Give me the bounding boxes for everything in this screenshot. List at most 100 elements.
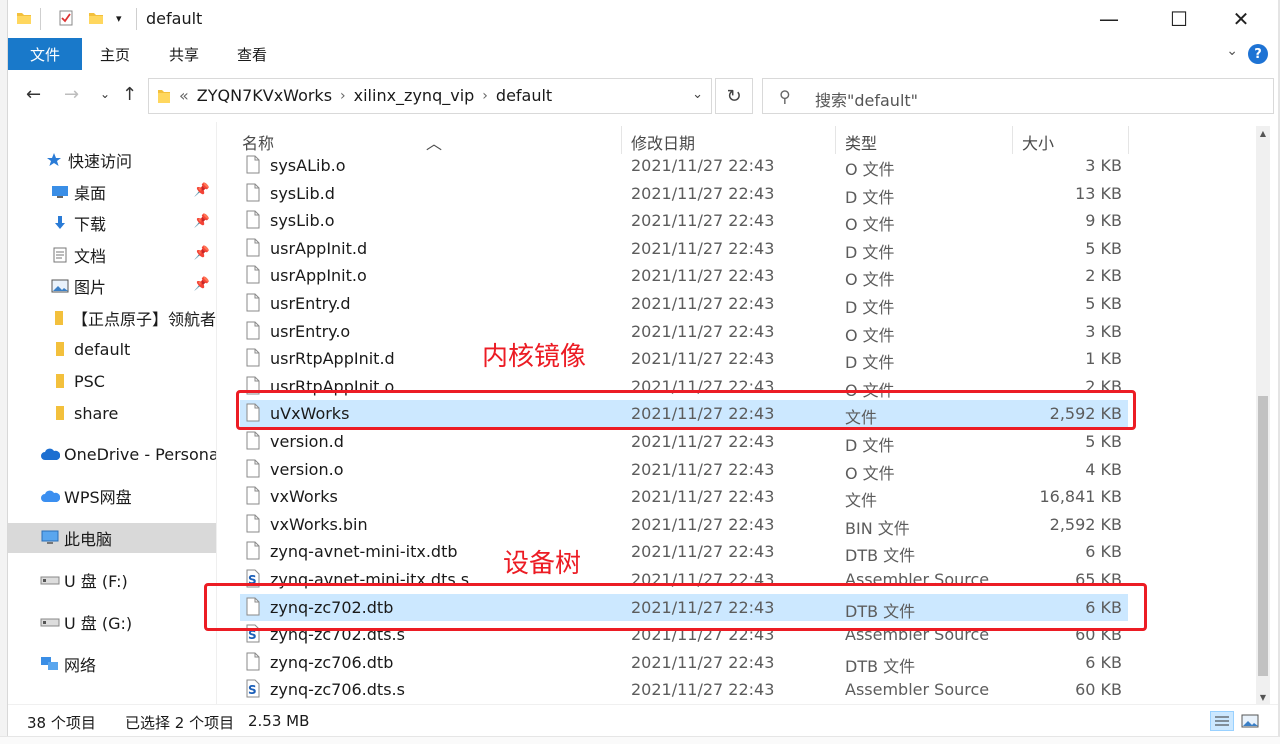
column-divider[interactable]	[835, 126, 836, 154]
file-row[interactable]: usrAppInit.o 2021/11/27 22:43 O 文件 2 KB	[240, 262, 1128, 289]
maximize-button[interactable]: ☐	[1156, 0, 1202, 38]
tab-view[interactable]: 查看	[237, 44, 267, 65]
file-row[interactable]: usrAppInit.d 2021/11/27 22:43 D 文件 5 KB	[240, 235, 1128, 262]
up-button[interactable]: ↑	[122, 84, 137, 105]
column-header-type[interactable]: 类型	[845, 130, 877, 154]
annotation-label-device-tree: 设备树	[503, 549, 582, 579]
file-modified-date: 2021/11/27 22:43	[631, 459, 775, 479]
file-type: O 文件	[845, 270, 895, 290]
star-icon	[44, 151, 64, 169]
file-modified-date: 2021/11/27 22:43	[631, 514, 775, 534]
sidebar-item-usb-g[interactable]: U 盘 (G:)	[8, 607, 216, 637]
sidebar-item-usb-f[interactable]: U 盘 (F:)	[8, 565, 216, 595]
sidebar-item-documents[interactable]: 文档 📌	[8, 240, 216, 270]
file-type: DTB 文件	[845, 546, 916, 566]
scrollbar-thumb[interactable]	[1258, 396, 1268, 676]
column-header-name[interactable]: 名称	[242, 130, 274, 154]
sidebar-item-psc[interactable]: PSC	[8, 366, 216, 396]
file-row[interactable]: zynq-zc706.dtb 2021/11/27 22:43 DTB 文件 6 KB	[240, 649, 1128, 676]
expand-ribbon-icon[interactable]: ⌄	[1226, 43, 1238, 59]
tab-share[interactable]: 共享	[169, 44, 199, 65]
close-button[interactable]: ✕	[1218, 0, 1264, 38]
breadcrumb-default[interactable]: default	[496, 86, 552, 105]
chevron-down-icon[interactable]: ⌄	[692, 87, 703, 102]
sidebar-item-share[interactable]: share	[8, 398, 216, 428]
sidebar-item-wps-cloud[interactable]: WPS网盘	[8, 481, 216, 511]
quick-access-dropdown-icon[interactable]: ▾	[116, 12, 122, 25]
file-row[interactable]: sysLib.d 2021/11/27 22:43 D 文件 13 KB	[240, 180, 1128, 207]
properties-icon[interactable]	[58, 10, 74, 30]
scroll-up-arrow[interactable]: ▲	[1256, 126, 1270, 140]
file-modified-date: 2021/11/27 22:43	[631, 321, 775, 341]
recent-locations-icon[interactable]: ⌄	[100, 87, 110, 101]
breadcrumb-xilinx-zynq-vip[interactable]: xilinx_zynq_vip	[354, 86, 475, 105]
file-name: sysALib.o	[270, 156, 346, 175]
file-row[interactable]: Szynq-zc706.dts.s 2021/11/27 22:43 Assembl…	[240, 676, 1128, 703]
file-row[interactable]: version.d 2021/11/27 22:43 D 文件 5 KB	[240, 428, 1128, 455]
column-header-size[interactable]: 大小	[1022, 130, 1054, 154]
help-button[interactable]: ?	[1248, 44, 1268, 64]
pin-icon[interactable]: 📌	[194, 277, 210, 292]
chevron-right-icon[interactable]: ›	[482, 88, 488, 104]
file-row[interactable]: usrEntry.d 2021/11/27 22:43 D 文件 5 KB	[240, 290, 1128, 317]
back-button[interactable]: ←	[26, 84, 41, 105]
pin-icon[interactable]: 📌	[194, 183, 210, 198]
details-view-button[interactable]	[1210, 711, 1234, 731]
pin-icon[interactable]: 📌	[194, 246, 210, 261]
breadcrumb-zyqn7kvxworks[interactable]: ZYQN7KVxWorks	[197, 86, 332, 105]
sidebar-item-network[interactable]: 网络	[8, 649, 216, 679]
scroll-down-arrow[interactable]: ▼	[1256, 690, 1270, 704]
file-row[interactable]: usrEntry.o 2021/11/27 22:43 O 文件 3 KB	[240, 318, 1128, 345]
column-divider[interactable]	[1012, 126, 1013, 154]
file-row[interactable]: sysLib.o 2021/11/27 22:43 O 文件 9 KB	[240, 207, 1128, 234]
file-row[interactable]: usrRtpAppInit.d 2021/11/27 22:43 D 文件 1 KB	[240, 345, 1128, 372]
file-name: usrEntry.o	[270, 321, 351, 341]
chevron-right-icon[interactable]: ›	[340, 88, 346, 104]
file-name: version.o	[270, 459, 344, 479]
selection-count: 已选择 2 个项目	[125, 714, 235, 732]
column-divider[interactable]	[1128, 126, 1129, 154]
pin-icon[interactable]: 📌	[194, 214, 210, 229]
large-icons-view-button[interactable]	[1238, 711, 1262, 731]
file-icon	[246, 348, 260, 367]
file-row[interactable]: version.o 2021/11/27 22:43 O 文件 4 KB	[240, 456, 1128, 483]
search-input[interactable]: ⚲ 搜索"default"	[762, 78, 1274, 114]
file-row[interactable]: zynq-avnet-mini-itx.dtb 2021/11/27 22:43 D…	[240, 538, 1128, 565]
file-modified-date: 2021/11/27 22:43	[631, 680, 775, 700]
file-row[interactable]: vxWorks 2021/11/27 22:43 文件 16,841 KB	[240, 483, 1128, 510]
column-divider[interactable]	[621, 126, 622, 154]
file-row[interactable]: sysALib.o 2021/11/27 22:43 O 文件 3 KB	[240, 152, 1128, 179]
sidebar-item-pictures[interactable]: 图片 📌	[8, 271, 216, 301]
file-icon	[246, 321, 260, 340]
sidebar-item-desktop[interactable]: 桌面 📌	[8, 177, 216, 207]
file-row[interactable]: vxWorks.bin 2021/11/27 22:43 BIN 文件 2,592 K…	[240, 511, 1128, 538]
sidebar-item-quick-access[interactable]: 快速访问	[8, 145, 216, 175]
file-modified-date: 2021/11/27 22:43	[631, 294, 775, 313]
sidebar-item-onedrive[interactable]: OneDrive - Persona	[8, 439, 216, 469]
file-modified-date: 2021/11/27 22:43	[631, 487, 775, 507]
tab-home[interactable]: 主页	[100, 44, 130, 65]
address-bar[interactable]: « ZYQN7KVxWorks › xilinx_zynq_vip › defa…	[148, 78, 712, 114]
file-size: 16,841 KB	[1039, 487, 1122, 507]
forward-button[interactable]: →	[64, 84, 79, 105]
minimize-button[interactable]: —	[1086, 0, 1132, 38]
assembler-file-icon: S	[246, 679, 260, 698]
file-name: usrAppInit.d	[270, 238, 368, 258]
sidebar-item-folder[interactable]: 【正点原子】领航者	[8, 303, 216, 333]
sidebar-item-this-pc[interactable]: 此电脑	[8, 523, 216, 553]
file-icon	[246, 431, 260, 450]
status-bar: 38 个项目 已选择 2 个项目 2.53 MB	[8, 704, 1278, 736]
new-folder-icon[interactable]	[88, 10, 104, 30]
sidebar-item-label: 图片	[74, 278, 107, 297]
sidebar-item-label: WPS网盘	[64, 488, 132, 507]
sidebar-item-default[interactable]: default	[8, 334, 216, 364]
overflow-chevron[interactable]: «	[179, 86, 189, 105]
file-type: O 文件	[845, 215, 895, 235]
tab-file[interactable]: 文件	[8, 38, 82, 70]
refresh-button[interactable]: ↻	[715, 78, 753, 114]
vertical-scrollbar[interactable]: ▲ ▼	[1256, 126, 1270, 704]
folder-icon	[50, 309, 68, 327]
file-type: D 文件	[845, 187, 895, 207]
column-header-date[interactable]: 修改日期	[631, 130, 695, 154]
sidebar-item-downloads[interactable]: 下载 📌	[8, 208, 216, 238]
